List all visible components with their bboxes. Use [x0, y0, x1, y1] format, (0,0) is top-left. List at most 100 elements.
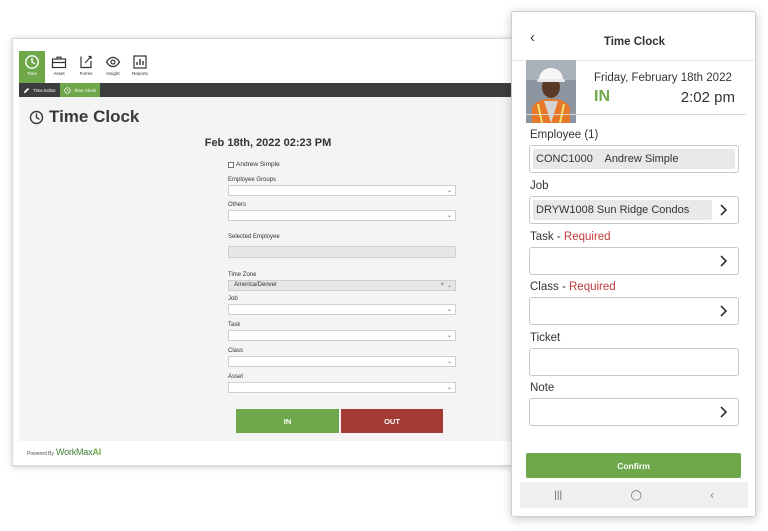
- task-select[interactable]: ⌄: [228, 330, 456, 341]
- employee-groups-select[interactable]: ⌄: [228, 185, 456, 196]
- clock-out-button[interactable]: OUT: [341, 409, 443, 433]
- nav-time[interactable]: Time: [19, 51, 45, 83]
- nav-asset-label: Asset: [53, 71, 65, 76]
- employee-checkbox[interactable]: Andrew Simple: [228, 161, 456, 168]
- note-field[interactable]: [529, 398, 739, 426]
- chevron-down-icon: ⌄: [446, 283, 452, 289]
- clock-icon: [64, 86, 71, 94]
- class-label: Class: [228, 348, 244, 354]
- subtab-time-editor[interactable]: Time Editor: [19, 83, 60, 97]
- header-divider: [526, 114, 746, 115]
- screenshot-stage: Time Asset Forms Insight Reports Time Ed…: [0, 0, 768, 531]
- chevron-right-icon: [720, 305, 728, 317]
- time-zone-label: Time Zone: [228, 272, 257, 278]
- back-nav-icon[interactable]: ‹: [710, 490, 713, 501]
- ticket-label: Ticket: [530, 332, 561, 344]
- forms-icon: [80, 55, 92, 69]
- mobile-app: ‹ Time Clock Friday, February 18th 2022 …: [511, 11, 756, 517]
- checkbox-box[interactable]: [228, 161, 234, 168]
- time-zone-value: America/Denver: [234, 282, 278, 288]
- chevron-right-icon: [720, 204, 728, 216]
- home-icon[interactable]: ◯: [631, 490, 642, 501]
- top-navigation: Time Asset Forms Insight Reports: [13, 39, 517, 85]
- chevron-down-icon: ⌄: [446, 307, 452, 313]
- chevron-right-icon: [720, 406, 728, 418]
- mobile-header: ‹ Time Clock: [512, 12, 755, 61]
- chevron-down-icon: ⌄: [446, 188, 452, 194]
- time-clock-form: Andrew Simple Employee Groups ⌄ Others ⌄…: [228, 161, 456, 393]
- eye-icon: [105, 56, 121, 68]
- employee-field[interactable]: CONC1000 Andrew Simple: [529, 145, 739, 173]
- subtab-time-clock[interactable]: Time Clock: [59, 83, 101, 97]
- subtab-time-editor-label: Time Editor: [33, 87, 56, 93]
- chevron-right-icon: [720, 255, 728, 267]
- clear-icon[interactable]: ×: [440, 281, 444, 290]
- asset-select[interactable]: ⌄: [228, 382, 456, 393]
- mobile-status: IN: [594, 88, 610, 105]
- class-label-text: Class: [530, 281, 559, 293]
- job-label: Job: [530, 180, 549, 192]
- job-field[interactable]: DRYW1008 Sun Ridge Condos: [529, 196, 739, 224]
- clock-buttons: IN OUT: [236, 409, 443, 433]
- employee-checkbox-label: Andrew Simple: [236, 161, 280, 168]
- powered-by-text: Powered By: [27, 451, 54, 457]
- selected-employee-label: Selected Employee: [228, 234, 280, 240]
- desktop-window: Time Asset Forms Insight Reports Time Ed…: [12, 38, 518, 466]
- nav-insight-label: Insight: [106, 71, 120, 76]
- confirm-button[interactable]: Confirm: [526, 453, 741, 478]
- nav-asset[interactable]: Asset: [46, 51, 72, 83]
- current-datetime: Feb 18th, 2022 02:23 PM: [204, 137, 332, 149]
- mobile-title: Time Clock: [603, 36, 666, 48]
- logo-text-b: AI: [92, 447, 102, 457]
- mobile-date: Friday, February 18th 2022: [594, 72, 732, 84]
- chevron-down-icon: ⌄: [446, 213, 452, 219]
- page-title: Time Clock: [29, 107, 139, 127]
- reports-icon: [133, 55, 147, 69]
- nav-forms-label: Forms: [79, 71, 93, 76]
- job-value: DRYW1008 Sun Ridge Condos: [533, 200, 712, 220]
- class-required: Required: [569, 281, 616, 293]
- nav-forms[interactable]: Forms: [73, 51, 99, 83]
- others-label: Others: [228, 202, 247, 208]
- subtab-time-clock-label: Time Clock: [73, 87, 97, 93]
- task-label: Task: [228, 322, 241, 328]
- asset-label: Asset: [228, 374, 244, 380]
- employee-groups-label: Employee Groups: [228, 177, 277, 183]
- chevron-down-icon: ⌄: [446, 333, 452, 339]
- task-required: Required: [563, 231, 611, 243]
- selected-employee-field: [228, 246, 456, 258]
- page-title-text: Time Clock: [49, 107, 140, 126]
- task-label-text: Task: [530, 231, 554, 243]
- ticket-input[interactable]: [529, 348, 739, 376]
- powered-by: Powered By WorkMaxAI: [27, 447, 101, 457]
- logo-text-a: WorkMax: [55, 447, 93, 457]
- nav-reports[interactable]: Reports: [127, 51, 153, 83]
- nav-insight[interactable]: Insight: [100, 51, 126, 83]
- chevron-down-icon: ⌄: [446, 359, 452, 365]
- clock-in-button[interactable]: IN: [236, 409, 339, 433]
- briefcase-icon: [51, 56, 67, 69]
- note-label: Note: [530, 382, 555, 394]
- sub-navigation-bar: Time Editor Time Clock: [19, 83, 517, 97]
- class-field[interactable]: [529, 297, 739, 325]
- employee-value: CONC1000 Andrew Simple: [533, 149, 735, 169]
- job-label: Job: [228, 296, 238, 302]
- task-field[interactable]: [529, 247, 739, 275]
- job-select[interactable]: ⌄: [228, 304, 456, 315]
- clock-icon: [25, 55, 39, 69]
- recents-icon[interactable]: |||: [554, 490, 562, 501]
- class-label: Class - Required: [530, 281, 616, 293]
- system-navigation-bar: ||| ◯ ‹: [520, 482, 748, 508]
- time-zone-select[interactable]: America/Denver × ⌄: [228, 280, 456, 291]
- task-label: Task - Required: [530, 231, 611, 243]
- employee-label: Employee (1): [530, 129, 599, 141]
- others-select[interactable]: ⌄: [228, 210, 456, 221]
- class-select[interactable]: ⌄: [228, 356, 456, 367]
- nav-time-label: Time: [27, 71, 37, 76]
- desktop-content: Time Clock Feb 18th, 2022 02:23 PM Andre…: [19, 97, 517, 441]
- mobile-time: 2:02 pm: [680, 89, 735, 106]
- clock-icon: [29, 110, 44, 124]
- nav-reports-label: Reports: [132, 71, 148, 76]
- workmax-logo: WorkMaxAI: [56, 447, 101, 457]
- chevron-down-icon: ⌄: [446, 385, 452, 391]
